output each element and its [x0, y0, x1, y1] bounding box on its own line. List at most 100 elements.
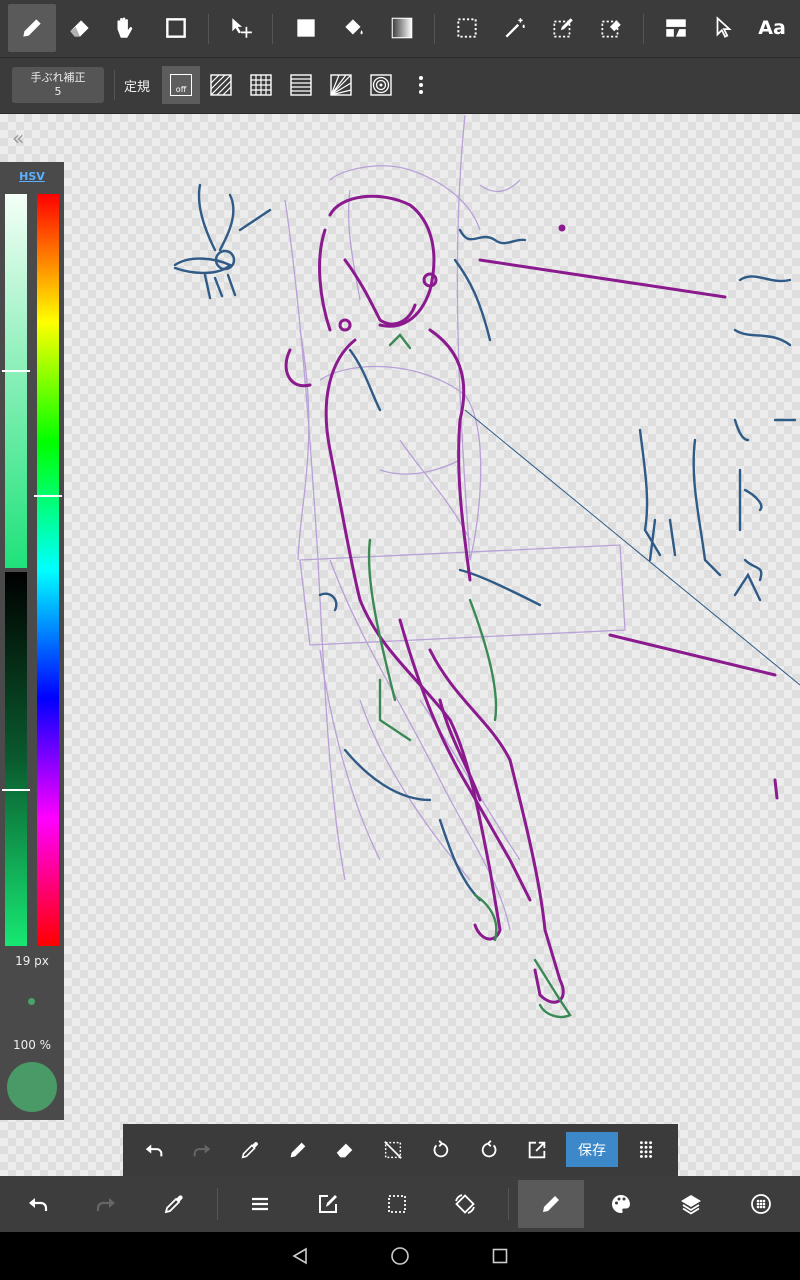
- sub-toolbar: 手ぶれ補正 5 定規 off: [0, 58, 800, 113]
- radial-ruler-icon: [330, 74, 352, 96]
- float-pen-button[interactable]: [276, 1129, 320, 1171]
- text-tool-button[interactable]: Aa: [748, 4, 796, 52]
- magic-wand-icon: [505, 18, 525, 38]
- rotate-right-icon: [481, 1140, 497, 1158]
- sketch-artwork: [173, 114, 800, 1019]
- nav-home-button[interactable]: [370, 1240, 430, 1272]
- value-marker[interactable]: [2, 788, 30, 791]
- grid-ruler-button[interactable]: [242, 66, 280, 104]
- selection-button[interactable]: [364, 1180, 430, 1228]
- pen-icon: [290, 1142, 306, 1158]
- fill-rect-tool-button[interactable]: [282, 4, 330, 52]
- save-button[interactable]: 保存: [566, 1132, 618, 1167]
- bucket-tool-button[interactable]: [330, 4, 378, 52]
- undo-button[interactable]: [5, 1180, 71, 1228]
- rotate-left-icon: [433, 1140, 449, 1158]
- materials-button[interactable]: [728, 1180, 794, 1228]
- float-toolbar-menu-button[interactable]: [624, 1129, 668, 1171]
- more-options-button[interactable]: [402, 66, 440, 104]
- select-eraser-icon: [601, 20, 621, 38]
- color-panel: HSV 19 px 100 %: [0, 162, 64, 1120]
- move-tool-button[interactable]: [217, 4, 265, 52]
- move-arrow-icon: [232, 18, 252, 38]
- select-eraser-tool-button[interactable]: [587, 4, 635, 52]
- system-nav-bar: [0, 1232, 800, 1280]
- edit-icon: [319, 1195, 337, 1213]
- nav-recents-button[interactable]: [470, 1240, 530, 1272]
- brush-icon: [543, 1196, 559, 1212]
- collapse-panel-button[interactable]: «: [12, 126, 24, 150]
- operation-tool-button[interactable]: [700, 4, 748, 52]
- stabilizer-button[interactable]: 手ぶれ補正 5: [12, 67, 104, 103]
- current-color-swatch[interactable]: [7, 1062, 57, 1112]
- saturation-slider[interactable]: [5, 194, 27, 568]
- stabilizer-label: 手ぶれ補正: [30, 71, 86, 84]
- saturation-marker[interactable]: [2, 369, 30, 372]
- redo-button[interactable]: [73, 1180, 139, 1228]
- concentric-ruler-button[interactable]: [362, 66, 400, 104]
- perspective-ruler-button[interactable]: [282, 66, 320, 104]
- hsv-tab[interactable]: HSV: [0, 170, 64, 183]
- dotted-rect-icon: [457, 18, 477, 38]
- perspective-ruler-icon: [290, 74, 312, 96]
- float-clear-selection-button[interactable]: [371, 1129, 415, 1171]
- opacity-label[interactable]: 100 %: [0, 1038, 64, 1052]
- frame-divider-icon: [666, 19, 686, 37]
- bottom-toolbar: [0, 1176, 800, 1232]
- brush-size-label[interactable]: 19 px: [0, 954, 64, 968]
- stabilizer-value: 5: [54, 85, 62, 98]
- recents-icon: [492, 1248, 508, 1264]
- edit-button[interactable]: [295, 1180, 361, 1228]
- eyedropper-button[interactable]: [141, 1180, 207, 1228]
- gradient-tool-button[interactable]: [378, 4, 426, 52]
- radial-ruler-button[interactable]: [322, 66, 360, 104]
- eraser-icon: [70, 20, 89, 37]
- shape-tool-button[interactable]: [152, 4, 200, 52]
- menu-icon: [252, 1197, 268, 1211]
- float-export-button[interactable]: [515, 1129, 559, 1171]
- hand-tool-button[interactable]: [100, 4, 148, 52]
- brush-button[interactable]: [518, 1180, 584, 1228]
- float-redo-button[interactable]: [180, 1129, 224, 1171]
- pen-tool-button[interactable]: [8, 4, 56, 52]
- text-icon: Aa: [758, 17, 786, 39]
- parallel-ruler-icon: [210, 74, 232, 96]
- value-slider[interactable]: [5, 572, 27, 946]
- parallel-ruler-button[interactable]: [202, 66, 240, 104]
- clear-selection-icon: [384, 1141, 402, 1159]
- palette-button[interactable]: [588, 1180, 654, 1228]
- drawing-canvas[interactable]: [0, 114, 800, 1176]
- select-tool-button[interactable]: [443, 4, 491, 52]
- perspective-line: [464, 409, 800, 686]
- undo-icon: [145, 1144, 163, 1157]
- redo-icon: [96, 1198, 115, 1211]
- float-eyedropper-button[interactable]: [228, 1129, 272, 1171]
- selection-icon: [388, 1195, 406, 1213]
- export-icon: [528, 1141, 546, 1159]
- rotate-canvas-button[interactable]: [432, 1180, 498, 1228]
- concentric-ruler-icon: [370, 74, 392, 96]
- float-eraser-button[interactable]: [323, 1129, 367, 1171]
- purple-figure: [284, 194, 779, 1004]
- ruler-label: 定規: [124, 80, 151, 95]
- hue-slider[interactable]: [37, 194, 59, 946]
- pencil-icon: [23, 19, 41, 37]
- hand-icon: [117, 17, 133, 38]
- float-rotate-right-button[interactable]: [467, 1129, 511, 1171]
- brush-size-preview: [28, 998, 35, 1005]
- float-undo-button[interactable]: [132, 1129, 176, 1171]
- hue-marker[interactable]: [34, 494, 62, 497]
- home-icon: [391, 1247, 409, 1265]
- filled-square-icon: [297, 19, 315, 37]
- magic-wand-tool-button[interactable]: [491, 4, 539, 52]
- eraser-tool-button[interactable]: [56, 4, 104, 52]
- float-rotate-left-button[interactable]: [419, 1129, 463, 1171]
- select-pen-tool-button[interactable]: [539, 4, 587, 52]
- square-outline-icon: [166, 18, 186, 38]
- undo-icon: [29, 1198, 48, 1211]
- nav-back-button[interactable]: [270, 1240, 330, 1272]
- menu-button[interactable]: [227, 1180, 293, 1228]
- layers-button[interactable]: [658, 1180, 724, 1228]
- frame-tool-button[interactable]: [652, 4, 700, 52]
- ruler-off-button[interactable]: off: [162, 66, 200, 104]
